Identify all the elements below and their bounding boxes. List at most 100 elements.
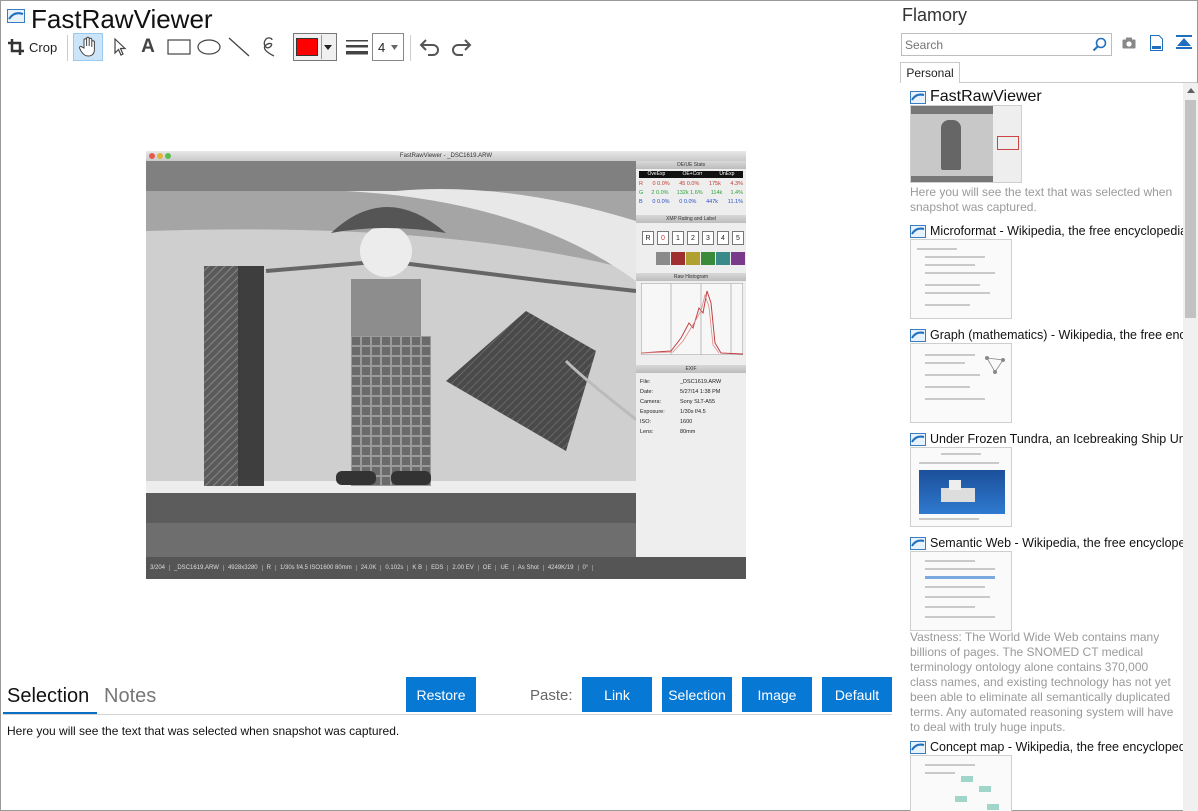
select-tool-button[interactable] <box>107 33 133 61</box>
snapshot-window-title: FastRawViewer - _DSC1619.ARW <box>399 153 493 159</box>
color-label-swatch <box>656 252 670 265</box>
list-item-header: Semantic Web - Wikipedia, the free encyc… <box>910 534 1183 552</box>
list-item-header: Graph (mathematics) - Wikipedia, the fre… <box>910 326 1183 344</box>
status-cell: 1/30s f/4.5 ISO1600 80mm <box>280 565 357 571</box>
paste-image-button[interactable]: Image <box>742 677 812 712</box>
scroll-up-arrow-icon[interactable] <box>1183 83 1198 98</box>
oe-ue-cell: 4.3% <box>730 181 743 187</box>
xmp-header: XMP Rating and Label <box>636 215 746 223</box>
exif-table: File: _DSC1619.ARW Date: 5/27/14 1:38 PM Cam… <box>640 377 744 437</box>
undo-button[interactable] <box>416 33 444 61</box>
ellipse-tool-button[interactable] <box>195 33 223 61</box>
toolbar-divider <box>410 35 411 61</box>
oe-ue-cell: 2 0.0% <box>651 190 669 196</box>
captured-snapshot-image: FastRawViewer - _DSC1619.ARW OE/UE Stats… <box>146 151 746 579</box>
exif-row: Exposure: 1/30s f/4.5 <box>640 407 744 417</box>
restore-button[interactable]: Restore <box>406 677 476 712</box>
camera-icon[interactable] <box>1122 37 1136 49</box>
divider <box>3 714 892 715</box>
oe-col: OE+Corr <box>682 171 703 177</box>
crop-button[interactable]: Crop <box>7 33 63 61</box>
pan-tool-button[interactable] <box>73 33 103 61</box>
search-icon[interactable] <box>1092 37 1107 52</box>
flamory-title: Flamory <box>902 5 968 25</box>
text-tool-icon: A <box>141 36 155 57</box>
histogram-header: Raw Histogram <box>636 273 746 281</box>
rating-row: R012345 <box>642 231 744 245</box>
text-tool-button[interactable]: A <box>135 33 161 61</box>
redo-button[interactable] <box>447 33 475 61</box>
oe-ue-cell: 175k <box>708 181 721 187</box>
exif-value: 1600 <box>680 419 693 425</box>
list-item-title: FastRawViewer <box>930 88 1042 105</box>
exif-key: Date: <box>640 389 654 395</box>
status-cell: As Shot <box>518 565 544 571</box>
exif-row: ISO: 1600 <box>640 417 744 427</box>
exif-row: Camera: Sony SLT-A55 <box>640 397 744 407</box>
snapshot-icon <box>910 432 926 446</box>
exif-value: 1/30s f/4.5 <box>680 409 706 415</box>
freehand-icon <box>263 37 275 57</box>
list-item-title: Semantic Web - Wikipedia, the free encyc… <box>930 536 1183 550</box>
paste-default-button[interactable]: Default <box>822 677 892 712</box>
app-window: FastRawViewer Crop A 4 FastRawViewer - _… <box>0 0 1198 811</box>
status-cell: 3/204 <box>150 565 171 571</box>
exif-value: 80mm <box>680 429 696 435</box>
search-input[interactable] <box>905 37 1085 52</box>
snapshot-thumbnail <box>910 755 1012 811</box>
rating-button: 5 <box>732 231 744 245</box>
hand-icon <box>79 36 95 57</box>
list-item-header: Concept map - Wikipedia, the free encycl… <box>910 738 1183 756</box>
stroke-color-picker[interactable] <box>293 33 337 61</box>
rectangle-tool-button[interactable] <box>165 33 193 61</box>
color-label-swatch <box>731 252 745 265</box>
line-tool-button[interactable] <box>225 33 253 61</box>
tab-selection[interactable]: Selection <box>7 685 89 708</box>
line-width-select[interactable]: 4 <box>372 33 404 61</box>
document-icon[interactable] <box>1150 35 1163 51</box>
tab-personal[interactable]: Personal <box>900 62 960 83</box>
move-to-top-icon[interactable] <box>1176 35 1192 51</box>
line-width-icon <box>346 40 368 55</box>
close-dot-icon <box>149 153 155 159</box>
selected-text[interactable]: Here you will see the text that was sele… <box>7 724 399 738</box>
snapshot-side-panel: OE/UE Stats OveExp OE+Corr UnExp R 0 0.0%… <box>636 161 746 557</box>
color-label-swatch <box>701 252 715 265</box>
oe-ue-cell: 0 0.0% <box>652 199 670 205</box>
status-cell: 0° <box>583 565 594 571</box>
snapshot-list: FastRawViewer Here you will see the text… <box>907 87 1183 811</box>
oe-col: OveExp <box>647 171 666 177</box>
oe-ue-row: G 2 0.0% 132k 1.6% 114k 1.4% <box>639 189 743 198</box>
rating-button: 3 <box>702 231 714 245</box>
status-cell: 4249K/19 <box>548 565 579 571</box>
snapshot-thumbnail <box>910 551 1012 631</box>
oe-ue-row: R 0 0.0% 45 0.0% 175k 4.3% <box>639 180 743 189</box>
oe-ue-columns: OveExp OE+Corr UnExp <box>639 171 743 178</box>
list-item-description: Vastness: The World Wide Web contains ma… <box>910 630 1174 734</box>
paste-link-button[interactable]: Link <box>582 677 652 712</box>
rating-button: 2 <box>687 231 699 245</box>
oe-ue-cell: 132k 1.6% <box>676 190 703 196</box>
freehand-tool-button[interactable] <box>255 33 283 61</box>
exif-header: EXIF <box>636 365 746 373</box>
paste-selection-button[interactable]: Selection <box>662 677 732 712</box>
oe-ue-cell: 447k <box>706 199 719 205</box>
scrollbar-thumb[interactable] <box>1185 100 1196 318</box>
line-width-value: 4 <box>377 39 386 55</box>
snapshot-icon <box>910 536 926 550</box>
oe-ue-cell: 45 0.0% <box>679 181 700 187</box>
color-swatch <box>295 38 318 56</box>
list-item-header: Under Frozen Tundra, an Icebreaking Ship… <box>910 430 1183 448</box>
list-item-description: Here you will see the text that was sele… <box>910 185 1173 214</box>
scrollbar[interactable] <box>1183 83 1198 811</box>
line-width-icon-button[interactable] <box>343 33 371 61</box>
toolbar-divider <box>67 35 68 61</box>
status-cell: 2.00 EV <box>452 565 479 571</box>
minimize-dot-icon <box>157 153 163 159</box>
chevron-down-icon <box>391 44 399 50</box>
color-label-swatch <box>716 252 730 265</box>
exif-value: 5/27/14 1:38 PM <box>680 389 721 395</box>
tab-notes[interactable]: Notes <box>104 685 156 708</box>
paste-label: Paste: <box>530 687 573 704</box>
status-cell: OE <box>483 565 497 571</box>
